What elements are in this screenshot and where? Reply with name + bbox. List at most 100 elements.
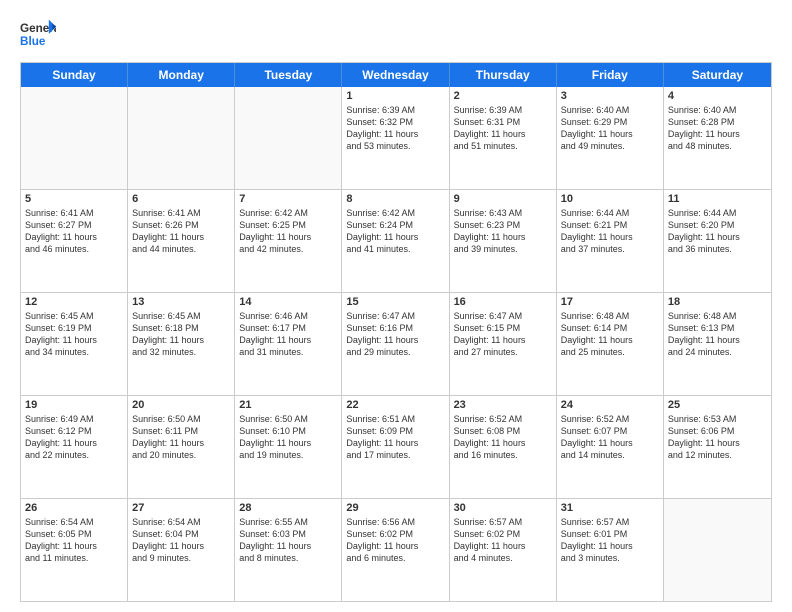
calendar-row-2: 12 Sunrise: 6:45 AM Sunset: 6:19 PM Dayli… [21, 293, 771, 396]
day-info-19: Sunrise: 6:49 AM Sunset: 6:12 PM Dayligh… [25, 413, 123, 462]
day-number-14: 14 [239, 296, 337, 308]
weekday-header-sunday: Sunday [21, 63, 128, 87]
day-info-26: Sunrise: 6:54 AM Sunset: 6:05 PM Dayligh… [25, 516, 123, 565]
day-cell-5: 5 Sunrise: 6:41 AM Sunset: 6:27 PM Daylig… [21, 190, 128, 292]
day-info-11: Sunrise: 6:44 AM Sunset: 6:20 PM Dayligh… [668, 207, 767, 256]
day-number-17: 17 [561, 296, 659, 308]
day-number-23: 23 [454, 399, 552, 411]
day-info-1: Sunrise: 6:39 AM Sunset: 6:32 PM Dayligh… [346, 104, 444, 153]
weekday-header-saturday: Saturday [664, 63, 771, 87]
day-info-24: Sunrise: 6:52 AM Sunset: 6:07 PM Dayligh… [561, 413, 659, 462]
day-number-2: 2 [454, 90, 552, 102]
day-cell-6: 6 Sunrise: 6:41 AM Sunset: 6:26 PM Daylig… [128, 190, 235, 292]
day-cell-7: 7 Sunrise: 6:42 AM Sunset: 6:25 PM Daylig… [235, 190, 342, 292]
logo-icon: General Blue [20, 16, 56, 52]
empty-cell [21, 87, 128, 189]
day-number-8: 8 [346, 193, 444, 205]
day-number-20: 20 [132, 399, 230, 411]
day-cell-27: 27 Sunrise: 6:54 AM Sunset: 6:04 PM Dayli… [128, 499, 235, 601]
day-cell-13: 13 Sunrise: 6:45 AM Sunset: 6:18 PM Dayli… [128, 293, 235, 395]
day-info-12: Sunrise: 6:45 AM Sunset: 6:19 PM Dayligh… [25, 310, 123, 359]
day-info-28: Sunrise: 6:55 AM Sunset: 6:03 PM Dayligh… [239, 516, 337, 565]
day-info-23: Sunrise: 6:52 AM Sunset: 6:08 PM Dayligh… [454, 413, 552, 462]
day-number-26: 26 [25, 502, 123, 514]
day-info-2: Sunrise: 6:39 AM Sunset: 6:31 PM Dayligh… [454, 104, 552, 153]
day-cell-2: 2 Sunrise: 6:39 AM Sunset: 6:31 PM Daylig… [450, 87, 557, 189]
day-cell-26: 26 Sunrise: 6:54 AM Sunset: 6:05 PM Dayli… [21, 499, 128, 601]
day-number-24: 24 [561, 399, 659, 411]
day-info-18: Sunrise: 6:48 AM Sunset: 6:13 PM Dayligh… [668, 310, 767, 359]
day-cell-28: 28Sunrise: 6:55 AM Sunset: 6:03 PM Dayli… [235, 499, 342, 601]
empty-cell [235, 87, 342, 189]
day-cell-25: 25Sunrise: 6:53 AM Sunset: 6:06 PM Dayli… [664, 396, 771, 498]
day-info-29: Sunrise: 6:56 AM Sunset: 6:02 PM Dayligh… [346, 516, 444, 565]
day-number-3: 3 [561, 90, 659, 102]
calendar-row-3: 19Sunrise: 6:49 AM Sunset: 6:12 PM Dayli… [21, 396, 771, 499]
weekday-header-tuesday: Tuesday [235, 63, 342, 87]
weekday-header-friday: Friday [557, 63, 664, 87]
day-cell-15: 15 Sunrise: 6:47 AM Sunset: 6:16 PM Dayli… [342, 293, 449, 395]
day-cell-23: 23 Sunrise: 6:52 AM Sunset: 6:08 PM Dayli… [450, 396, 557, 498]
day-number-12: 12 [25, 296, 123, 308]
day-info-30: Sunrise: 6:57 AM Sunset: 6:02 PM Dayligh… [454, 516, 552, 565]
day-info-4: Sunrise: 6:40 AM Sunset: 6:28 PM Dayligh… [668, 104, 767, 153]
empty-cell [128, 87, 235, 189]
day-info-22: Sunrise: 6:51 AM Sunset: 6:09 PM Dayligh… [346, 413, 444, 462]
day-number-16: 16 [454, 296, 552, 308]
day-info-21: Sunrise: 6:50 AM Sunset: 6:10 PM Dayligh… [239, 413, 337, 462]
day-number-11: 11 [668, 193, 767, 205]
day-info-7: Sunrise: 6:42 AM Sunset: 6:25 PM Dayligh… [239, 207, 337, 256]
day-number-4: 4 [668, 90, 767, 102]
day-number-21: 21 [239, 399, 337, 411]
calendar-row-0: 1Sunrise: 6:39 AM Sunset: 6:32 PM Daylig… [21, 87, 771, 190]
header: General Blue [20, 16, 772, 52]
day-info-5: Sunrise: 6:41 AM Sunset: 6:27 PM Dayligh… [25, 207, 123, 256]
calendar-row-1: 5 Sunrise: 6:41 AM Sunset: 6:27 PM Daylig… [21, 190, 771, 293]
day-cell-4: 4 Sunrise: 6:40 AM Sunset: 6:28 PM Daylig… [664, 87, 771, 189]
day-cell-18: 18 Sunrise: 6:48 AM Sunset: 6:13 PM Dayli… [664, 293, 771, 395]
day-cell-9: 9 Sunrise: 6:43 AM Sunset: 6:23 PM Daylig… [450, 190, 557, 292]
calendar-header: SundayMondayTuesdayWednesdayThursdayFrid… [21, 63, 771, 87]
day-info-6: Sunrise: 6:41 AM Sunset: 6:26 PM Dayligh… [132, 207, 230, 256]
day-info-16: Sunrise: 6:47 AM Sunset: 6:15 PM Dayligh… [454, 310, 552, 359]
day-info-10: Sunrise: 6:44 AM Sunset: 6:21 PM Dayligh… [561, 207, 659, 256]
day-number-6: 6 [132, 193, 230, 205]
day-cell-12: 12 Sunrise: 6:45 AM Sunset: 6:19 PM Dayli… [21, 293, 128, 395]
day-info-13: Sunrise: 6:45 AM Sunset: 6:18 PM Dayligh… [132, 310, 230, 359]
day-number-13: 13 [132, 296, 230, 308]
svg-text:Blue: Blue [20, 35, 46, 48]
weekday-header-thursday: Thursday [450, 63, 557, 87]
day-number-30: 30 [454, 502, 552, 514]
day-info-9: Sunrise: 6:43 AM Sunset: 6:23 PM Dayligh… [454, 207, 552, 256]
day-info-27: Sunrise: 6:54 AM Sunset: 6:04 PM Dayligh… [132, 516, 230, 565]
day-cell-17: 17 Sunrise: 6:48 AM Sunset: 6:14 PM Dayli… [557, 293, 664, 395]
day-cell-31: 31 Sunrise: 6:57 AM Sunset: 6:01 PM Dayli… [557, 499, 664, 601]
day-info-15: Sunrise: 6:47 AM Sunset: 6:16 PM Dayligh… [346, 310, 444, 359]
day-number-18: 18 [668, 296, 767, 308]
weekday-header-monday: Monday [128, 63, 235, 87]
day-number-7: 7 [239, 193, 337, 205]
day-number-9: 9 [454, 193, 552, 205]
day-cell-1: 1Sunrise: 6:39 AM Sunset: 6:32 PM Daylig… [342, 87, 449, 189]
day-number-5: 5 [25, 193, 123, 205]
day-number-27: 27 [132, 502, 230, 514]
day-cell-30: 30 Sunrise: 6:57 AM Sunset: 6:02 PM Dayli… [450, 499, 557, 601]
day-info-8: Sunrise: 6:42 AM Sunset: 6:24 PM Dayligh… [346, 207, 444, 256]
day-cell-8: 8 Sunrise: 6:42 AM Sunset: 6:24 PM Daylig… [342, 190, 449, 292]
day-number-15: 15 [346, 296, 444, 308]
day-cell-22: 22 Sunrise: 6:51 AM Sunset: 6:09 PM Dayli… [342, 396, 449, 498]
day-cell-24: 24 Sunrise: 6:52 AM Sunset: 6:07 PM Dayli… [557, 396, 664, 498]
day-info-20: Sunrise: 6:50 AM Sunset: 6:11 PM Dayligh… [132, 413, 230, 462]
weekday-header-wednesday: Wednesday [342, 63, 449, 87]
day-number-22: 22 [346, 399, 444, 411]
empty-cell [664, 499, 771, 601]
day-info-14: Sunrise: 6:46 AM Sunset: 6:17 PM Dayligh… [239, 310, 337, 359]
page: General Blue SundayMondayTuesdayWednesda… [0, 0, 792, 612]
day-info-17: Sunrise: 6:48 AM Sunset: 6:14 PM Dayligh… [561, 310, 659, 359]
day-cell-16: 16 Sunrise: 6:47 AM Sunset: 6:15 PM Dayli… [450, 293, 557, 395]
day-number-31: 31 [561, 502, 659, 514]
day-info-31: Sunrise: 6:57 AM Sunset: 6:01 PM Dayligh… [561, 516, 659, 565]
day-cell-29: 29Sunrise: 6:56 AM Sunset: 6:02 PM Dayli… [342, 499, 449, 601]
day-cell-19: 19Sunrise: 6:49 AM Sunset: 6:12 PM Dayli… [21, 396, 128, 498]
calendar-row-4: 26 Sunrise: 6:54 AM Sunset: 6:05 PM Dayli… [21, 499, 771, 601]
